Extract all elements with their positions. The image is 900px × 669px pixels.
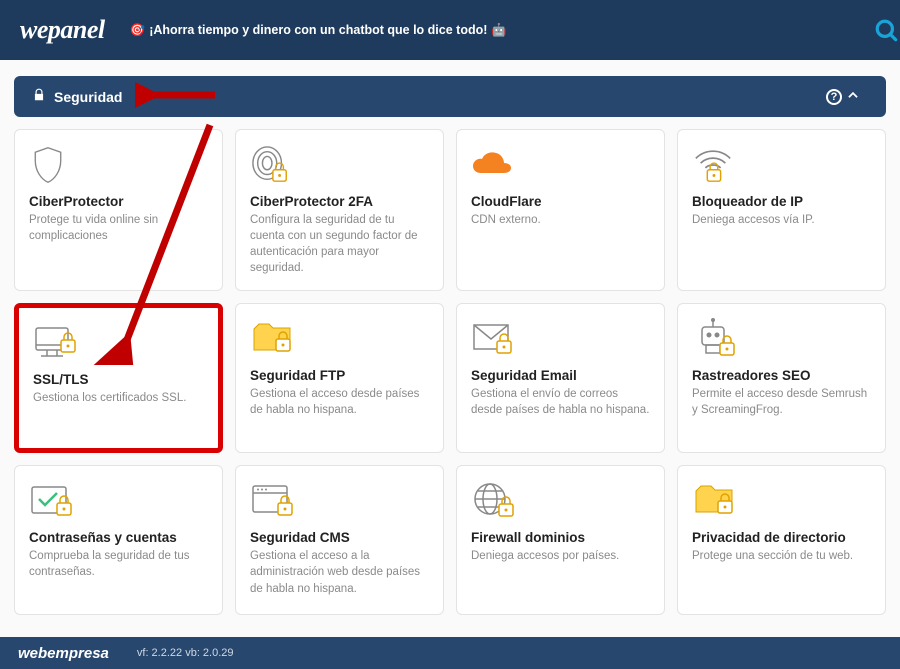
target-icon: 🎯 [130, 23, 146, 38]
card-desc: CDN externo. [471, 212, 541, 228]
monitor-lock-icon [33, 322, 79, 364]
promo-banner: 🎯 ¡Ahorra tiempo y dinero con un chatbot… [130, 23, 507, 38]
robot-icon: 🤖 [491, 23, 507, 38]
promo-text: ¡Ahorra tiempo y dinero con un chatbot q… [149, 23, 487, 37]
card-firewall-dominios[interactable]: Firewall dominios Deniega accesos por pa… [456, 465, 665, 615]
card-seguridad-cms[interactable]: Seguridad CMS Gestiona el acceso a la ad… [235, 465, 444, 615]
card-title: Seguridad FTP [250, 368, 345, 383]
folder-lock-icon [250, 318, 296, 360]
card-desc: Configura la seguridad de tu cuenta con … [250, 212, 429, 276]
chevron-up-icon[interactable] [846, 88, 868, 105]
card-title: Seguridad CMS [250, 530, 350, 545]
card-title: Rastreadores SEO [692, 368, 811, 383]
app-footer: webempresa vf: 2.2.22 vb: 2.0.29 [0, 637, 900, 669]
card-title: Seguridad Email [471, 368, 577, 383]
card-desc: Deniega accesos vía IP. [692, 212, 815, 228]
card-cloudflare[interactable]: CloudFlare CDN externo. [456, 129, 665, 291]
card-privacidad-directorio[interactable]: Privacidad de directorio Protege una sec… [677, 465, 886, 615]
robot-lock-icon [692, 318, 738, 360]
card-title: Contraseñas y cuentas [29, 530, 177, 545]
shield-icon [29, 144, 67, 186]
footer-logo: webempresa [18, 645, 109, 662]
card-desc: Comprueba la seguridad de tus contraseña… [29, 548, 208, 580]
card-desc: Protege una sección de tu web. [692, 548, 853, 564]
lock-icon [32, 88, 54, 105]
fingerprint-lock-icon [250, 144, 292, 186]
card-title: Bloqueador de IP [692, 194, 803, 209]
wifi-lock-icon [692, 144, 734, 186]
help-icon[interactable]: ? [826, 89, 842, 105]
card-desc: Gestiona el acceso desde países de habla… [250, 386, 429, 418]
card-desc: Gestiona los certificados SSL. [33, 390, 186, 406]
card-title: CiberProtector 2FA [250, 194, 373, 209]
card-desc: Protege tu vida online sin complicacione… [29, 212, 208, 244]
card-desc: Gestiona el envío de correos desde paíse… [471, 386, 650, 418]
section-title: Seguridad [54, 89, 122, 105]
card-title: CiberProtector [29, 194, 124, 209]
card-rastreadores-seo[interactable]: Rastreadores SEO Permite el acceso desde… [677, 303, 886, 453]
card-contrasenas-cuentas[interactable]: Contraseñas y cuentas Comprueba la segur… [14, 465, 223, 615]
envelope-lock-icon [471, 318, 517, 360]
card-desc: Permite el acceso desde Semrush y Scream… [692, 386, 871, 418]
card-bloqueador-ip[interactable]: Bloqueador de IP Deniega accesos vía IP. [677, 129, 886, 291]
card-desc: Deniega accesos por países. [471, 548, 619, 564]
card-title: CloudFlare [471, 194, 542, 209]
card-seguridad-ftp[interactable]: Seguridad FTP Gestiona el acceso desde p… [235, 303, 444, 453]
footer-version: vf: 2.2.22 vb: 2.0.29 [137, 647, 234, 659]
card-seguridad-email[interactable]: Seguridad Email Gestiona el envío de cor… [456, 303, 665, 453]
card-title: SSL/TLS [33, 372, 89, 387]
card-ssl-tls[interactable]: SSL/TLS Gestiona los certificados SSL. [14, 303, 223, 453]
section-container: Seguridad ? [0, 60, 900, 117]
check-lock-icon [29, 480, 75, 522]
search-icon[interactable] [874, 18, 900, 49]
globe-lock-icon [471, 480, 517, 522]
section-header-seguridad[interactable]: Seguridad ? [14, 76, 886, 117]
cloudflare-icon [471, 144, 519, 186]
app-logo: wepanel [20, 15, 105, 45]
card-title: Privacidad de directorio [692, 530, 846, 545]
card-desc: Gestiona el acceso a la administración w… [250, 548, 429, 596]
cards-grid: CiberProtector Protege tu vida online si… [0, 117, 900, 627]
card-ciberprotector[interactable]: CiberProtector Protege tu vida online si… [14, 129, 223, 291]
card-title: Firewall dominios [471, 530, 585, 545]
card-ciberprotector-2fa[interactable]: CiberProtector 2FA Configura la segurida… [235, 129, 444, 291]
app-header: wepanel 🎯 ¡Ahorra tiempo y dinero con un… [0, 0, 900, 60]
window-lock-icon [250, 480, 296, 522]
folder-lock-icon [692, 480, 738, 522]
